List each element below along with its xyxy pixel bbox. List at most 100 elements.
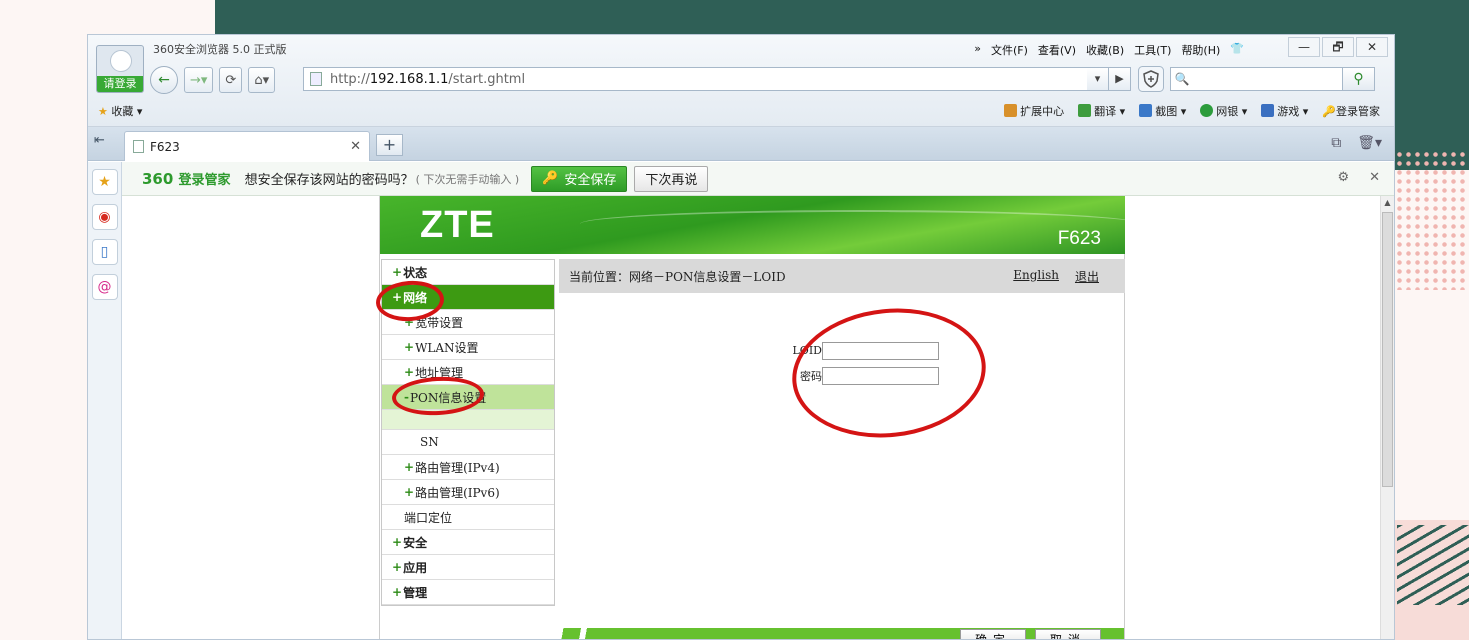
tool-screenshot[interactable]: 截图 ▾ — [1139, 103, 1186, 119]
nav-item-label: 管理 — [403, 585, 428, 600]
back-icon[interactable]: ← — [150, 66, 178, 94]
background-band — [215, 0, 1469, 38]
close-window-button[interactable]: ✕ — [1356, 37, 1388, 57]
close-tab-icon[interactable]: ✕ — [350, 139, 361, 154]
menu-help[interactable]: 帮助(H) — [1181, 42, 1220, 58]
key-icon: 🔑 — [542, 171, 559, 186]
page-icon — [310, 72, 322, 86]
menu-expand-icon[interactable]: » — [974, 42, 981, 58]
nav-item-0[interactable]: + 状态 — [382, 260, 554, 285]
url-host: 192.168.1.1 — [369, 71, 449, 87]
not-now-button[interactable]: 下次再说 — [634, 165, 709, 192]
skin-icon[interactable]: 👕 — [1230, 42, 1244, 58]
logo-text: 登录管家 — [178, 173, 231, 188]
nav-item-5[interactable]: - PON信息设置 — [382, 385, 554, 410]
logout-link[interactable]: 退出 — [1075, 268, 1099, 285]
extension-toolbar: 扩展中心 翻译 ▾ 截图 ▾ 网银 ▾ 游戏 ▾ 🔑登录管家 — [1004, 103, 1380, 119]
tool-games[interactable]: 游戏 ▾ — [1261, 103, 1308, 119]
password-save-bar: 360 登录管家 想安全保存该网站的密码吗？ ( 下次无需手动输入 ) 🔑 安全保… — [122, 162, 1394, 196]
nav-item-4[interactable]: + 地址管理 — [382, 360, 554, 385]
english-link[interactable]: English — [1013, 268, 1059, 285]
login-manager-logo: 360 登录管家 — [142, 169, 231, 188]
favorites-star-icon[interactable]: ★ — [91, 169, 118, 195]
scroll-up-icon[interactable]: ▲ — [1381, 198, 1394, 207]
expand-icon: + — [404, 365, 415, 379]
address-bar[interactable]: http://192.168.1.1/start.ghtml — [303, 67, 1129, 91]
nav-item-13[interactable]: + 管理 — [382, 580, 554, 605]
loid-input[interactable] — [822, 341, 939, 360]
nav-item-12[interactable]: + 应用 — [382, 555, 554, 580]
tool-ebank[interactable]: 网银 ▾ — [1200, 103, 1247, 119]
tab-actions: ⧉ 🗑▾ — [1331, 135, 1382, 151]
go-icon[interactable]: ▶ — [1109, 67, 1131, 91]
user-avatar[interactable]: 请登录 — [96, 45, 144, 93]
home-icon[interactable]: ⌂▾ — [248, 67, 276, 93]
secure-save-label: 安全保存 — [564, 173, 617, 188]
expand-icon: + — [404, 460, 415, 474]
tool-login-manager[interactable]: 🔑登录管家 — [1322, 103, 1380, 119]
minimize-button[interactable]: — — [1288, 37, 1320, 57]
nav-item-11[interactable]: + 安全 — [382, 530, 554, 555]
screenshot-icon — [1139, 104, 1153, 117]
confirm-button[interactable]: 确定 — [960, 629, 1027, 639]
new-tab-button[interactable]: + — [376, 134, 403, 156]
login-label[interactable]: 请登录 — [97, 76, 143, 92]
loid-label: LOID — [792, 344, 823, 357]
nav-item-1[interactable]: + 网络 — [382, 285, 554, 310]
search-engine-icon[interactable]: 🔍 — [1171, 72, 1193, 86]
url-scheme: http:// — [330, 71, 370, 87]
save-password-question: 想安全保存该网站的密码吗？ — [244, 173, 414, 188]
games-icon — [1261, 104, 1275, 117]
tab-back-icon[interactable]: ⇤ — [94, 133, 105, 148]
bookmarks-menu[interactable]: ★ 收藏 ▾ — [98, 103, 142, 119]
nav-item-10[interactable]: 端口定位 — [382, 505, 554, 530]
shield-icon[interactable] — [1138, 66, 1164, 92]
menu-view[interactable]: 查看(V) — [1038, 42, 1076, 58]
loid-row: LOID — [790, 338, 939, 363]
menu-favorites[interactable]: 收藏(B) — [1086, 42, 1124, 58]
restore-button[interactable]: 🗗 — [1322, 37, 1354, 57]
secure-save-button[interactable]: 🔑 安全保存 — [531, 165, 628, 192]
search-button[interactable]: ⚲ — [1342, 68, 1374, 90]
scroll-thumb[interactable] — [1382, 212, 1393, 487]
nav-item-2[interactable]: + 宽带设置 — [382, 310, 554, 335]
close-bar-icon[interactable]: ✕ — [1369, 170, 1380, 185]
nav-item-6[interactable] — [382, 410, 554, 430]
navigation-buttons: ← →▾ ⟳ ⌂▾ — [150, 66, 276, 94]
nav-item-3[interactable]: + WLAN设置 — [382, 335, 554, 360]
nav-item-9[interactable]: + 路由管理(IPv6) — [382, 480, 554, 505]
router-banner: ZTE F623 — [380, 196, 1125, 254]
expand-icon: + — [392, 535, 403, 549]
browser-window: 请登录 360安全浏览器 5.0 正式版 » 文件(F) 查看(V) 收藏(B)… — [87, 34, 1395, 640]
search-box[interactable]: 🔍 ⚲ — [1170, 67, 1375, 91]
nav-item-label: 路由管理(IPv4) — [415, 460, 500, 475]
tool-extensions-label: 扩展中心 — [1020, 105, 1065, 118]
refresh-icon[interactable]: ⟳ — [219, 67, 243, 93]
menu-tools[interactable]: 工具(T) — [1134, 42, 1171, 58]
nav-item-7[interactable]: SN — [382, 430, 554, 455]
nav-item-8[interactable]: + 路由管理(IPv4) — [382, 455, 554, 480]
address-dropdown-icon[interactable]: ▾ — [1087, 67, 1109, 91]
weibo-icon[interactable]: ◉ — [91, 204, 118, 230]
password-input[interactable] — [822, 366, 939, 385]
trash-icon[interactable]: 🗑▾ — [1357, 135, 1382, 151]
vertical-scrollbar[interactable]: ▲ — [1380, 196, 1394, 639]
menu-file[interactable]: 文件(F) — [991, 42, 1028, 58]
breadcrumb: 当前位置：网络－PON信息设置－LOID English 退出 — [559, 259, 1125, 293]
zte-logo: ZTE — [420, 204, 495, 246]
tool-ebank-label: 网银 — [1216, 105, 1239, 118]
tool-extensions[interactable]: 扩展中心 — [1004, 103, 1064, 119]
browser-sidebar: ★ ◉ ▯ @ — [88, 162, 122, 639]
gear-icon[interactable]: ⚙ — [1337, 170, 1349, 185]
tool-translate[interactable]: 翻译 ▾ — [1078, 103, 1125, 119]
cancel-button[interactable]: 取消 — [1035, 629, 1102, 639]
tab-list-icon[interactable]: ⧉ — [1331, 135, 1341, 151]
mail-icon[interactable]: @ — [91, 274, 118, 300]
tab-title: F623 — [150, 139, 180, 154]
loid-form: LOID 密码 — [790, 338, 939, 388]
mobile-icon[interactable]: ▯ — [91, 239, 118, 265]
forward-icon[interactable]: →▾ — [184, 67, 214, 93]
tab-f623[interactable]: F623 ✕ — [124, 131, 370, 161]
tab-bar: ⇤ F623 ✕ + ⧉ 🗑▾ — [88, 127, 1394, 161]
expand-icon: + — [392, 585, 403, 599]
